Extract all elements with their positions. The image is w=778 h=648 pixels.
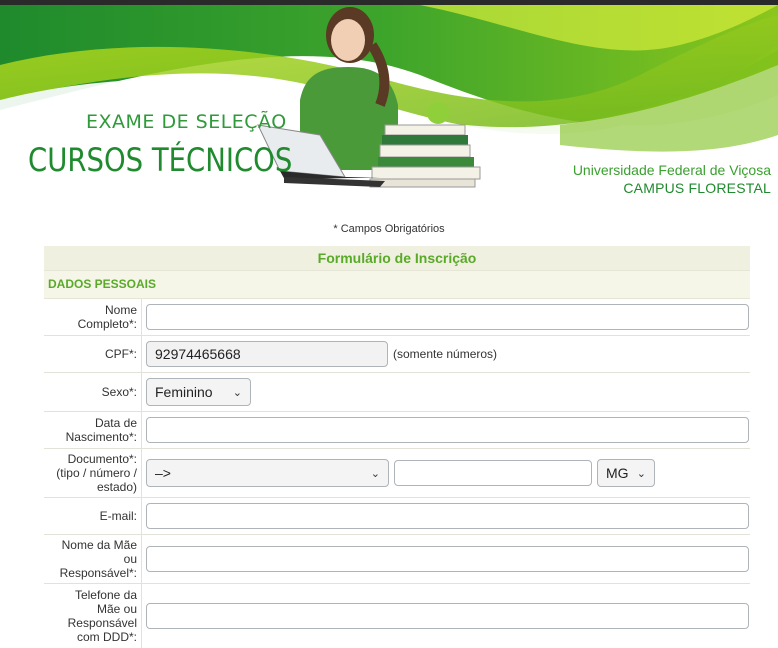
mother-phone-input[interactable]	[146, 603, 749, 629]
email-label: E-mail:	[44, 498, 142, 534]
document-state-selected-value: MG	[606, 465, 629, 481]
full-name-input[interactable]	[146, 304, 749, 330]
row-email: E-mail:	[44, 498, 750, 535]
header-banner: EXAME DE SELEÇÃO CURSOS TÉCNICOS Univers…	[0, 5, 778, 205]
campus-name: CAMPUS FLORESTAL	[623, 180, 771, 196]
chevron-down-icon: ⌄	[370, 467, 380, 480]
row-cpf: CPF*: 92974465668 (somente números)	[44, 336, 750, 373]
document-type-select[interactable]: –> ⌄	[146, 459, 389, 487]
document-number-input[interactable]	[394, 460, 592, 486]
birth-date-label: Data de Nascimento*:	[44, 412, 142, 448]
sex-selected-value: Feminino	[155, 384, 213, 400]
mother-name-label: Nome da Mãe ou Responsável*:	[44, 535, 142, 583]
form-title: Formulário de Inscrição	[44, 246, 750, 271]
row-full-name: Nome Completo*:	[44, 299, 750, 336]
row-birth-date: Data de Nascimento*:	[44, 412, 750, 449]
document-state-select[interactable]: MG ⌄	[597, 459, 655, 487]
row-sex: Sexo*: Feminino ⌄	[44, 373, 750, 412]
row-mother-name: Nome da Mãe ou Responsável*:	[44, 535, 750, 584]
sex-label: Sexo*:	[44, 373, 142, 411]
chevron-down-icon: ⌄	[232, 386, 242, 399]
cpf-label: CPF*:	[44, 336, 142, 372]
section-personal-data: DADOS PESSOAIS	[44, 271, 750, 299]
row-document: Documento*: (tipo / número / estado) –> ⌄ …	[44, 449, 750, 498]
document-type-selected-value: –>	[155, 465, 171, 481]
university-name: Universidade Federal de Viçosa	[572, 162, 771, 178]
birth-date-input[interactable]	[146, 417, 749, 443]
exam-title: EXAME DE SELEÇÃO	[86, 111, 287, 133]
courses-title: CURSOS TÉCNICOS	[28, 141, 293, 179]
mother-name-input[interactable]	[146, 546, 749, 572]
sex-select[interactable]: Feminino ⌄	[146, 378, 251, 406]
full-name-label: Nome Completo*:	[44, 299, 142, 335]
row-mother-phone: Telefone da Mãe ou Responsável com DDD*:	[44, 584, 750, 648]
required-fields-note: * Campos Obrigatórios	[333, 223, 445, 235]
document-label: Documento*: (tipo / número / estado)	[44, 449, 142, 497]
mother-phone-label: Telefone da Mãe ou Responsável com DDD*:	[44, 584, 142, 648]
cpf-input[interactable]: 92974465668	[146, 341, 388, 367]
chevron-down-icon: ⌄	[636, 467, 646, 480]
email-input[interactable]	[146, 503, 749, 529]
registration-form: Formulário de Inscrição DADOS PESSOAIS N…	[44, 246, 750, 648]
cpf-hint: (somente números)	[393, 347, 498, 361]
